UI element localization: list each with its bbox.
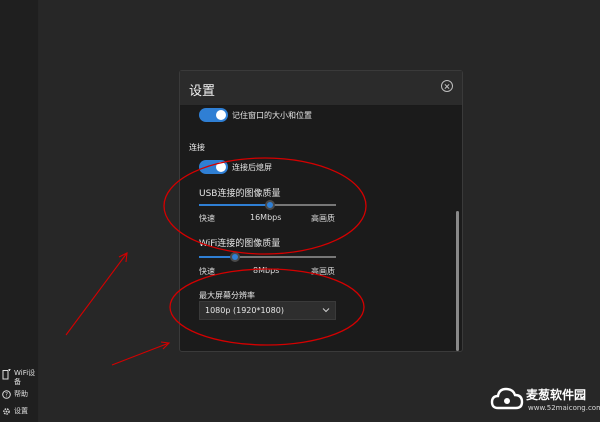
svg-text:?: ? <box>5 392 8 399</box>
blank-after-connect-toggle[interactable] <box>199 160 228 174</box>
sidebar-item-wifi-devices[interactable]: WiFi设备 <box>2 369 36 387</box>
sidebar-item-label: WiFi设备 <box>14 369 36 386</box>
phone-add-icon <box>2 369 11 380</box>
max-resolution-select[interactable]: 1080p (1920*1080) <box>199 301 336 320</box>
usb-quality-slider[interactable] <box>199 200 336 210</box>
connection-section-title: 连接 <box>189 143 205 152</box>
cloud-logo-icon <box>490 387 524 410</box>
sidebar-item-settings[interactable]: 设置 <box>2 407 28 416</box>
sidebar-item-help[interactable]: ? 帮助 <box>2 390 28 399</box>
usb-quality-thumb[interactable] <box>265 200 276 210</box>
dialog-title: 设置 <box>189 84 216 99</box>
wifi-quality-title: WiFi连接的图像质量 <box>199 239 281 249</box>
wifi-quality-min-label: 快速 <box>199 267 215 276</box>
usb-quality-fill <box>199 204 271 206</box>
chevron-down-icon <box>322 308 330 313</box>
left-sidebar: WiFi设备 ? 帮助 设置 <box>0 0 39 422</box>
usb-quality-value: 16Mbps <box>250 213 282 222</box>
watermark-name: 麦葱软件园 <box>526 388 587 402</box>
usb-quality-min-label: 快速 <box>199 214 215 223</box>
wifi-quality-thumb[interactable] <box>229 252 240 262</box>
sidebar-item-label: 帮助 <box>14 390 28 398</box>
blank-after-connect-label: 连接后熄屏 <box>232 163 272 172</box>
help-icon: ? <box>2 390 11 399</box>
usb-quality-max-label: 高画质 <box>311 214 335 223</box>
gear-icon <box>3 408 10 415</box>
max-resolution-label: 最大屏幕分辨率 <box>199 291 255 300</box>
watermark-url: www.52maicong.com <box>528 404 600 412</box>
wifi-quality-max-label: 高画质 <box>311 267 335 276</box>
dialog-scrollbar[interactable] <box>456 211 459 351</box>
wifi-quality-value: 8Mbps <box>253 266 280 275</box>
settings-dialog: 设置 记住窗口的大小和位置 连接 连接后熄屏 USB连接的图像质量 快速 16M… <box>179 70 463 352</box>
usb-quality-title: USB连接的图像质量 <box>199 189 281 199</box>
scrollbar-thumb[interactable] <box>456 211 459 351</box>
wifi-quality-slider[interactable] <box>199 252 336 262</box>
sidebar-item-label: 设置 <box>14 407 28 415</box>
close-icon[interactable] <box>441 80 453 92</box>
max-resolution-value: 1080p (1920*1080) <box>205 306 284 315</box>
dialog-header: 设置 <box>180 71 462 106</box>
remember-window-label: 记住窗口的大小和位置 <box>232 111 312 120</box>
site-watermark: 麦葱软件园 www.52maicong.com <box>490 382 600 418</box>
remember-window-toggle[interactable] <box>199 108 228 122</box>
